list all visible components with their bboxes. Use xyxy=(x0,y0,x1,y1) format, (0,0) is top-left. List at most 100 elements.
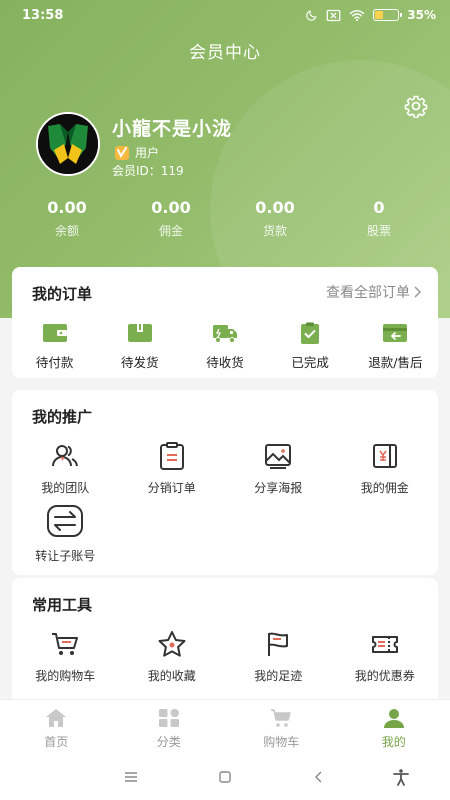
tool-my-footprint[interactable]: 我的足迹 xyxy=(225,630,332,696)
promotion-card: 我的推广 我的团队 分销订单 分享海报 我的佣金 转让子账号 xyxy=(12,390,438,575)
grid-label: 我的收藏 xyxy=(147,669,196,683)
role-row: 用户 xyxy=(114,144,159,161)
promotion-grid: 我的团队 分销订单 分享海报 我的佣金 转让子账号 xyxy=(12,442,438,574)
user-role: 用户 xyxy=(135,146,160,160)
commission-icon xyxy=(372,444,397,468)
order-completed[interactable]: 已完成 xyxy=(268,322,353,371)
member-id: 119 xyxy=(160,164,184,178)
grid-label: 转让子账号 xyxy=(35,549,96,563)
promo-share-poster[interactable]: 分享海报 xyxy=(225,442,332,508)
sim-off-icon xyxy=(326,9,341,21)
stat-label: 股票 xyxy=(366,224,391,238)
member-id-row: 会员ID：119 xyxy=(112,162,184,179)
user-badge-icon xyxy=(115,145,129,160)
stat-value: 0 xyxy=(373,198,385,217)
order-pending-shipment[interactable]: 待发货 xyxy=(97,322,182,371)
stat-commission[interactable]: 0.00 佣金 xyxy=(119,198,223,239)
transfer-icon xyxy=(47,505,84,537)
grid-label: 我的足迹 xyxy=(254,669,303,683)
moon-icon xyxy=(306,9,317,21)
package-icon xyxy=(127,324,152,342)
status-icons: 35% xyxy=(305,8,436,22)
order-label: 待发货 xyxy=(121,355,159,370)
cart-icon xyxy=(52,633,79,655)
view-all-orders-link[interactable]: 查看全部订单 xyxy=(326,282,422,302)
grid-label: 我的优惠券 xyxy=(354,669,415,683)
stat-label: 佣金 xyxy=(158,224,183,238)
tool-my-cart[interactable]: 我的购物车 xyxy=(12,630,119,696)
status-time: 13:58 xyxy=(22,7,64,23)
category-icon xyxy=(158,709,179,727)
star-icon xyxy=(158,631,186,657)
system-nav-bar xyxy=(0,754,450,800)
profile-name: 小龍不是小泷 xyxy=(112,118,233,140)
status-bar: 13:58 35% xyxy=(0,0,450,30)
promo-transfer-subaccount[interactable]: 转让子账号 xyxy=(12,505,119,574)
stat-balance[interactable]: 0.00 余额 xyxy=(15,198,119,239)
cart-icon xyxy=(271,709,291,727)
settings-gear-icon[interactable] xyxy=(404,94,428,118)
poster-icon xyxy=(265,444,292,469)
home-icon xyxy=(46,709,67,727)
stat-label: 货款 xyxy=(262,224,287,238)
grid-label: 分销订单 xyxy=(147,481,196,495)
avatar[interactable] xyxy=(36,112,100,176)
tools-title: 常用工具 xyxy=(32,596,93,614)
promo-my-team[interactable]: 我的团队 xyxy=(12,442,119,508)
stat-stock[interactable]: 0 股票 xyxy=(327,198,431,239)
coupon-icon xyxy=(371,636,398,653)
stat-value: 0.00 xyxy=(151,198,191,217)
stat-payment[interactable]: 0.00 货款 xyxy=(223,198,327,239)
tab-category[interactable]: 分类 xyxy=(113,700,226,754)
orders-card: 我的订单 查看全部订单 待付款 待发货 待收货 已完成 退款/售后 xyxy=(12,267,438,378)
tab-home[interactable]: 首页 xyxy=(0,700,113,754)
promo-my-commission[interactable]: 我的佣金 xyxy=(332,442,439,508)
orders-status-row: 待付款 待发货 待收货 已完成 退款/售后 xyxy=(12,322,438,371)
truck-icon xyxy=(212,325,237,343)
battery-icon xyxy=(373,9,403,21)
order-pending-receipt[interactable]: 待收货 xyxy=(182,322,267,371)
promo-distribution-orders[interactable]: 分销订单 xyxy=(119,442,226,508)
grid-label: 分享海报 xyxy=(254,481,303,495)
home-button-icon[interactable] xyxy=(216,768,234,786)
order-label: 待收货 xyxy=(206,355,244,370)
tab-mine[interactable]: 我的 xyxy=(338,700,450,754)
tab-label: 购物车 xyxy=(263,735,300,749)
grid-label: 我的佣金 xyxy=(360,481,409,495)
order-label: 待付款 xyxy=(35,355,74,370)
tab-label: 首页 xyxy=(44,735,69,749)
grid-label: 我的团队 xyxy=(41,481,90,495)
order-label: 已完成 xyxy=(291,355,329,370)
return-icon xyxy=(383,324,408,342)
chevron-right-icon xyxy=(414,286,422,298)
order-label: 退款/售后 xyxy=(368,355,423,370)
clipboard-check-icon xyxy=(301,322,320,344)
stat-value: 0.00 xyxy=(47,198,87,217)
page-title: 会员中心 xyxy=(189,43,261,63)
order-refund[interactable]: 退款/售后 xyxy=(353,322,438,371)
stat-value: 0.00 xyxy=(255,198,295,217)
user-icon xyxy=(383,709,404,728)
tab-cart[interactable]: 购物车 xyxy=(225,700,338,754)
accessibility-icon[interactable] xyxy=(392,768,410,786)
back-icon[interactable] xyxy=(310,768,328,786)
avatar-image xyxy=(38,114,98,174)
tools-card: 常用工具 我的购物车 我的收藏 我的足迹 我的优惠券 xyxy=(12,578,438,708)
tab-label: 分类 xyxy=(156,735,181,749)
bottom-tab-bar: 首页 分类 购物车 我的 xyxy=(0,699,450,754)
tab-label: 我的 xyxy=(381,735,406,749)
tool-my-coupons[interactable]: 我的优惠券 xyxy=(332,630,439,696)
stat-label: 余额 xyxy=(54,224,79,238)
orders-title: 我的订单 xyxy=(32,285,93,303)
team-icon xyxy=(52,445,79,467)
battery-fill xyxy=(375,11,383,19)
member-id-label: 会员ID： xyxy=(112,164,161,178)
view-all-orders-label: 查看全部订单 xyxy=(326,285,410,301)
menu-icon[interactable] xyxy=(122,768,140,786)
promotion-title: 我的推广 xyxy=(32,408,93,426)
order-pending-payment[interactable]: 待付款 xyxy=(12,322,97,371)
grid-label: 我的购物车 xyxy=(35,669,96,683)
tool-my-favorites[interactable]: 我的收藏 xyxy=(119,630,226,696)
battery-percent: 35 xyxy=(407,8,424,22)
account-stats: 0.00 余额 0.00 佣金 0.00 货款 0 股票 xyxy=(0,198,450,239)
